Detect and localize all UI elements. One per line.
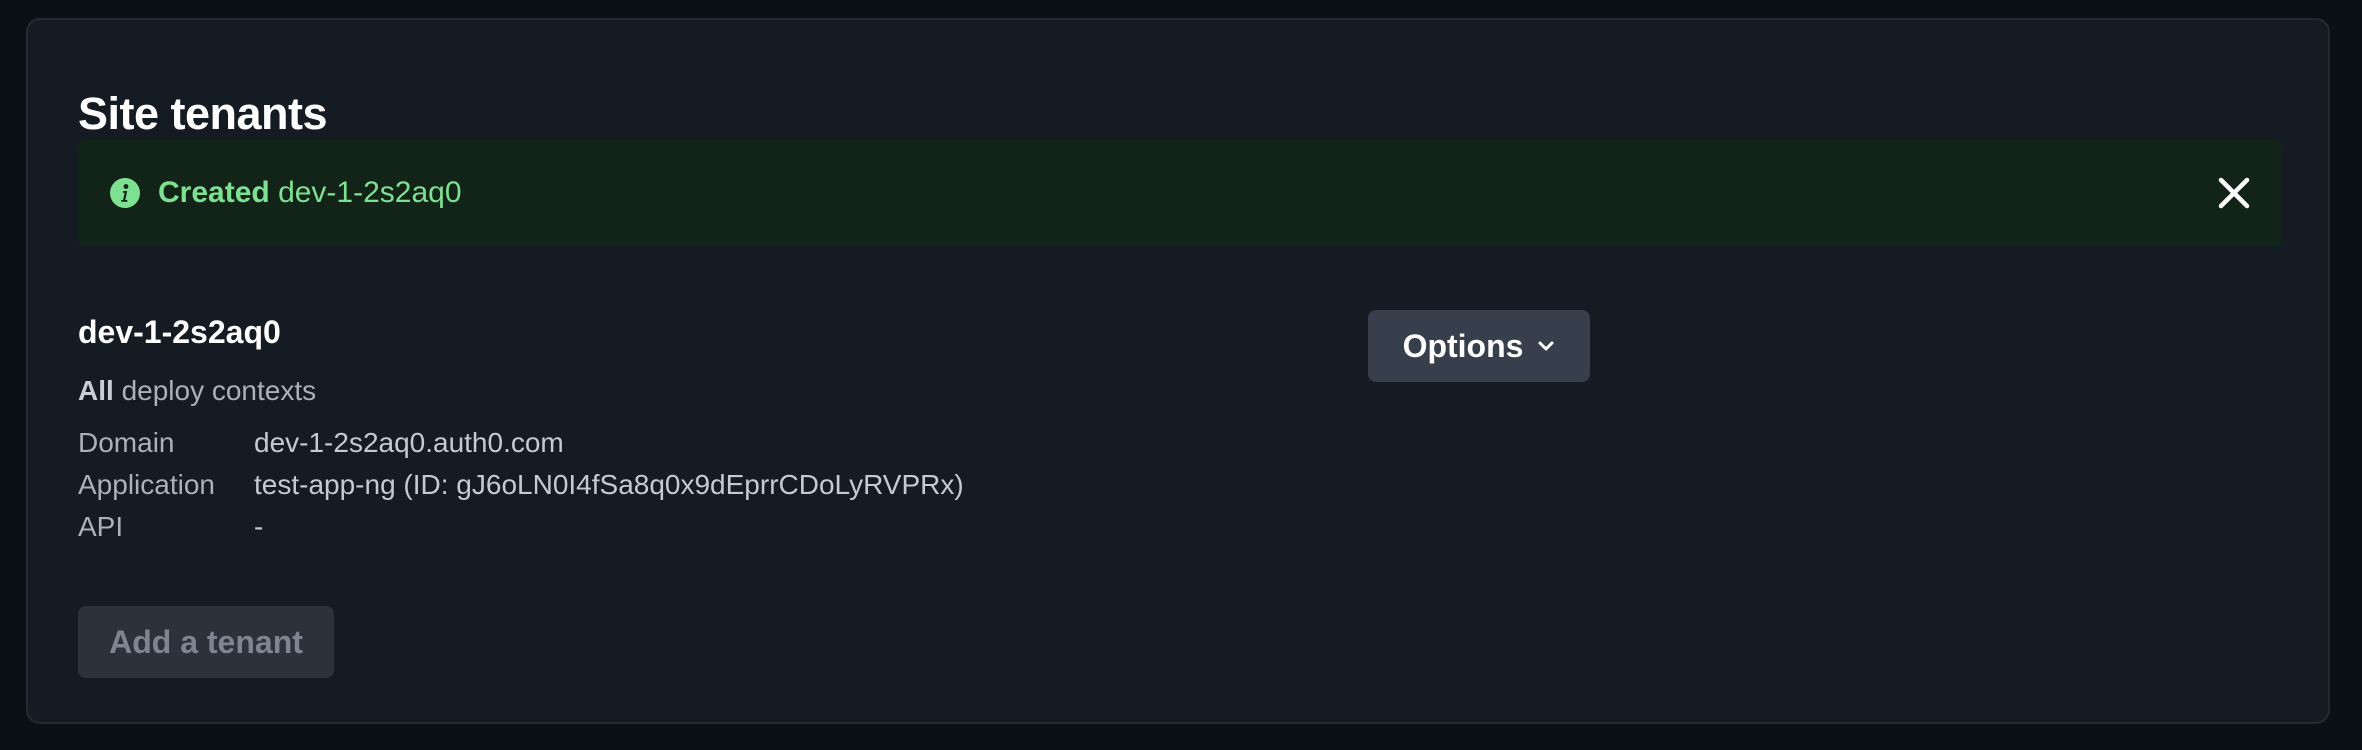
section-title: Site tenants xyxy=(78,88,328,139)
contexts-rest: deploy contexts xyxy=(121,375,317,406)
alert-status: Created xyxy=(158,176,270,209)
detail-label: API xyxy=(78,511,124,542)
alert-text: Created dev-1-2s2aq0 xyxy=(158,176,462,210)
detail-label: Domain xyxy=(78,427,175,458)
close-icon[interactable] xyxy=(2216,175,2252,211)
options-button-label: Options xyxy=(1402,327,1524,364)
detail-value: - xyxy=(254,511,264,542)
detail-row-domain: Domain dev-1-2s2aq0.auth0.com xyxy=(78,422,964,464)
contexts-strong: All xyxy=(78,375,114,406)
options-button[interactable]: Options xyxy=(1368,310,1590,382)
detail-row-application: Application test-app-ng (ID: gJ6oLN0I4fSa… xyxy=(78,464,964,506)
tenant-details: Domain dev-1-2s2aq0.auth0.com Application… xyxy=(78,422,964,548)
chevron-down-icon xyxy=(1538,341,1554,351)
detail-value: dev-1-2s2aq0.auth0.com xyxy=(254,427,564,458)
info-circle-icon xyxy=(110,178,140,208)
alert-message: dev-1-2s2aq0 xyxy=(278,176,462,209)
tenant-name: dev-1-2s2aq0 xyxy=(78,314,281,350)
add-tenant-button[interactable]: Add a tenant xyxy=(78,606,334,678)
detail-value: test-app-ng (ID: gJ6oLN0I4fSa8q0x9dEprrC… xyxy=(254,469,964,500)
detail-label: Application xyxy=(78,469,215,500)
detail-row-api: API - xyxy=(78,506,964,548)
site-tenants-card: Site tenants Created dev-1-2s2aq0 dev-1-… xyxy=(26,18,2330,724)
deploy-contexts: All deploy contexts xyxy=(78,375,316,407)
success-alert: Created dev-1-2s2aq0 xyxy=(78,140,2282,246)
